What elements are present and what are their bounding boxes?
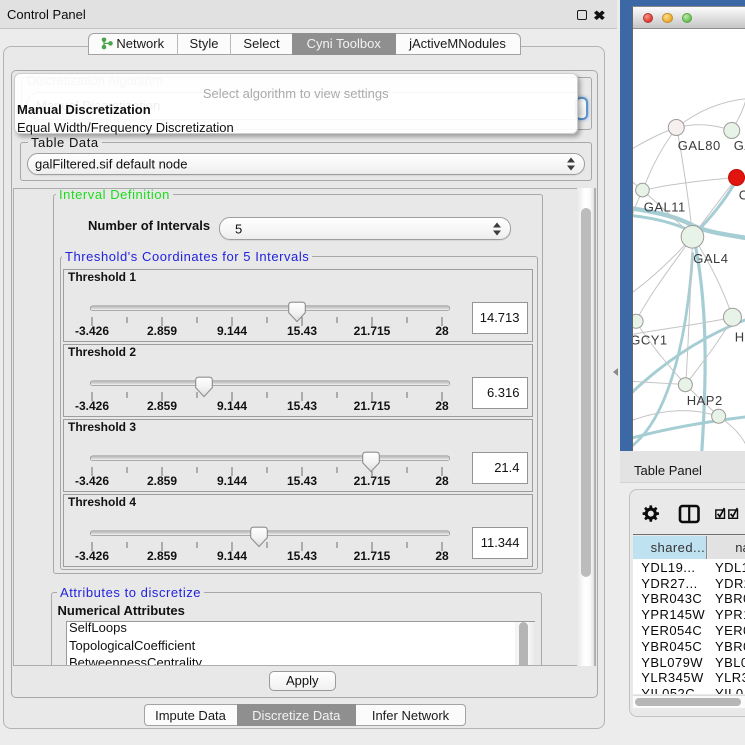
svg-text:HAP2: HAP2 xyxy=(686,393,722,408)
svg-text:15.43: 15.43 xyxy=(287,399,317,413)
svg-text:-3.426: -3.426 xyxy=(75,399,109,413)
svg-text:21.715: 21.715 xyxy=(354,324,391,338)
svg-text:28: 28 xyxy=(435,324,449,338)
svg-text:H: H xyxy=(734,329,744,344)
svg-text:28: 28 xyxy=(435,474,449,488)
svg-text:2.859: 2.859 xyxy=(147,549,177,563)
svg-text:21.715: 21.715 xyxy=(354,549,391,563)
svg-text:GAL80: GAL80 xyxy=(677,138,720,153)
svg-text:9.144: 9.144 xyxy=(217,549,247,563)
svg-text:9.144: 9.144 xyxy=(217,474,247,488)
svg-text:GAL11: GAL11 xyxy=(643,199,685,214)
svg-text:2.859: 2.859 xyxy=(147,399,177,413)
svg-text:15.43: 15.43 xyxy=(287,474,317,488)
svg-text:-3.426: -3.426 xyxy=(75,324,109,338)
svg-text:9.144: 9.144 xyxy=(217,399,247,413)
svg-text:2.859: 2.859 xyxy=(147,474,177,488)
svg-text:-3.426: -3.426 xyxy=(75,474,109,488)
svg-text:-3.426: -3.426 xyxy=(75,549,109,563)
svg-text:GA: GA xyxy=(733,138,745,153)
svg-text:15.43: 15.43 xyxy=(287,549,317,563)
svg-text:21.715: 21.715 xyxy=(354,399,391,413)
svg-text:21.715: 21.715 xyxy=(354,474,391,488)
svg-text:9.144: 9.144 xyxy=(217,324,247,338)
svg-text:15.43: 15.43 xyxy=(287,324,317,338)
svg-text:2.859: 2.859 xyxy=(147,324,177,338)
svg-text:GAL4: GAL4 xyxy=(693,251,728,266)
svg-text:GCY1: GCY1 xyxy=(633,332,668,347)
svg-text:C: C xyxy=(738,187,745,202)
svg-text:28: 28 xyxy=(435,549,449,563)
svg-text:28: 28 xyxy=(435,399,449,413)
